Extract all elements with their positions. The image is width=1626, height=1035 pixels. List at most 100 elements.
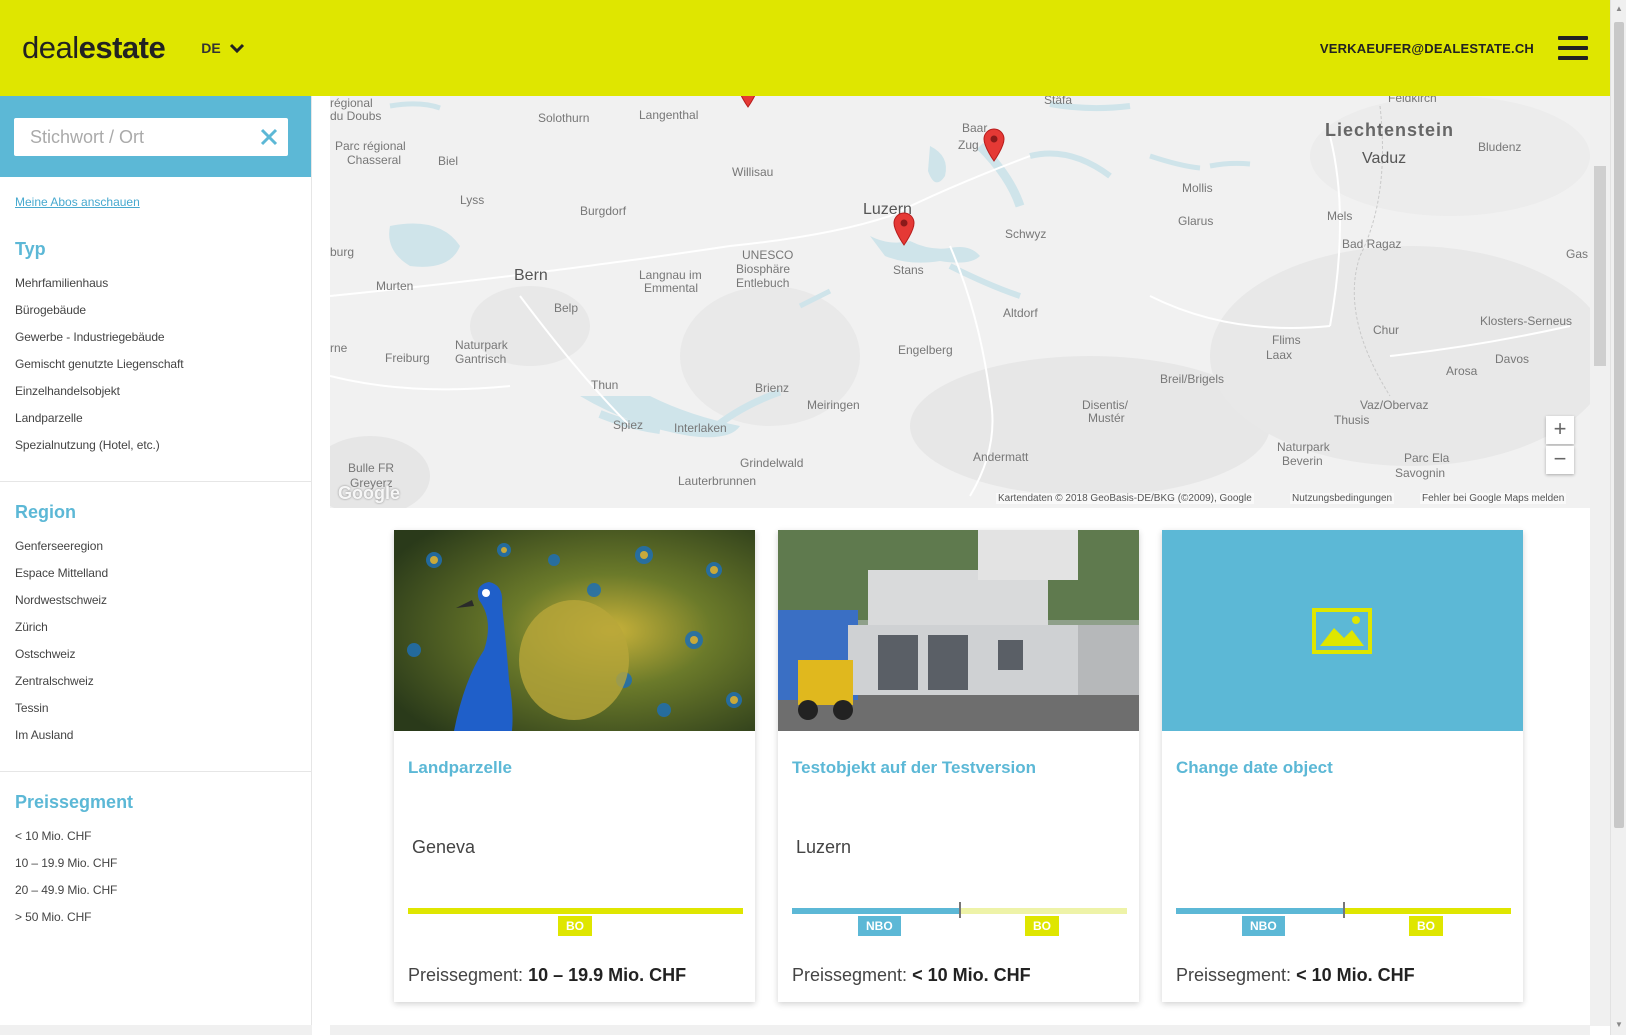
- map-label: régional: [330, 96, 373, 110]
- map-terms-link[interactable]: Nutzungsbedingungen: [1290, 493, 1395, 504]
- clear-search-icon[interactable]: [258, 126, 280, 148]
- typ-list: Mehrfamilienhaus Bürogebäude Gewerbe - I…: [15, 270, 296, 459]
- top-header: dealestate DE VERKAEUFER@DEALESTATE.CH: [0, 0, 1610, 96]
- property-map[interactable]: régional du Doubs Solothurn Langenthal S…: [330, 96, 1590, 508]
- filter-item-region[interactable]: Zürich: [15, 614, 296, 641]
- map-label: Brienz: [755, 381, 790, 395]
- map-label: UNESCO: [742, 248, 794, 262]
- map-label: Flims: [1272, 333, 1301, 347]
- map-label: Vaz/Obervaz: [1360, 398, 1429, 412]
- card-price-segment: Preissegment: < 10 Mio. CHF: [792, 965, 1031, 986]
- section-title-typ: Typ: [15, 239, 46, 259]
- filter-item-typ[interactable]: Bürogebäude: [15, 297, 296, 324]
- map-label: Glarus: [1178, 214, 1214, 228]
- price-value: < 10 Mio. CHF: [912, 965, 1031, 985]
- filter-item-region[interactable]: Ostschweiz: [15, 641, 296, 668]
- progress-divider: [959, 902, 961, 918]
- map-label: Schwyz: [1005, 227, 1047, 241]
- property-card[interactable]: Landparzelle Geneva BO Preissegment: 10 …: [394, 530, 755, 1002]
- map-label: Gas: [1566, 247, 1589, 261]
- property-photo-peacock: [394, 530, 755, 731]
- map-label: Klosters-Serneus: [1480, 314, 1573, 328]
- map-label: Belp: [554, 301, 579, 315]
- logo-text-deal: deal: [22, 30, 79, 65]
- map-label: Beverin: [1282, 454, 1323, 468]
- content-horizontal-scrollbar[interactable]: [330, 1025, 1590, 1035]
- map-label: Solothurn: [538, 111, 590, 125]
- map-label: Mollis: [1182, 181, 1213, 195]
- map-label: Breil/Brigels: [1160, 372, 1225, 386]
- map-label: Murten: [376, 279, 414, 293]
- dealestate-logo[interactable]: dealestate: [22, 30, 166, 66]
- map-label: Naturpark: [455, 338, 508, 352]
- nbo-progress-bar: [792, 908, 960, 914]
- filter-item-price[interactable]: 10 – 19.9 Mio. CHF: [15, 850, 296, 877]
- section-title-preissegment: Preissegment: [15, 792, 134, 812]
- filter-section-typ: Typ Mehrfamilienhaus Bürogebäude Gewerbe…: [0, 239, 311, 459]
- filter-item-region[interactable]: Tessin: [15, 695, 296, 722]
- section-divider: [0, 481, 311, 482]
- filter-item-typ[interactable]: Landparzelle: [15, 405, 296, 432]
- filter-item-region[interactable]: Nordwestschweiz: [15, 587, 296, 614]
- map-marker-pin-icon[interactable]: [893, 212, 915, 246]
- filter-item-region[interactable]: Im Ausland: [15, 722, 296, 749]
- map-report-link[interactable]: Fehler bei Google Maps melden: [1420, 493, 1567, 504]
- map-label: rne: [330, 341, 348, 355]
- map-label: Burgdorf: [580, 204, 627, 218]
- map-label: Thun: [591, 378, 619, 392]
- scroll-up-arrow-icon[interactable]: ▲: [1615, 4, 1623, 13]
- map-label: Disentis/: [1082, 398, 1129, 412]
- filter-item-price[interactable]: 20 – 49.9 Mio. CHF: [15, 877, 296, 904]
- bo-progress-bar: [960, 908, 1127, 914]
- bo-badge: BO: [558, 916, 592, 936]
- filter-item-region[interactable]: Espace Mittelland: [15, 560, 296, 587]
- map-label: Savognin: [1395, 466, 1446, 480]
- filter-item-price[interactable]: < 10 Mio. CHF: [15, 823, 296, 850]
- map-marker-pin-icon[interactable]: [737, 96, 759, 108]
- zoom-in-button[interactable]: +: [1546, 416, 1574, 444]
- card-title[interactable]: Landparzelle: [408, 758, 512, 778]
- bo-progress-bar: [1344, 908, 1511, 914]
- map-label: Mustér: [1088, 411, 1125, 425]
- map-label: Altdorf: [1003, 306, 1038, 320]
- property-card[interactable]: Testobjekt auf der Testversion Luzern NB…: [778, 530, 1139, 1002]
- map-label: Lauterbrunnen: [678, 474, 757, 488]
- filter-item-typ[interactable]: Gemischt genutzte Liegenschaft: [15, 351, 296, 378]
- search-box: [14, 118, 288, 156]
- sidebar-horizontal-scrollbar[interactable]: [0, 1025, 312, 1035]
- map-marker-pin-icon[interactable]: [983, 128, 1005, 162]
- map-label: du Doubs: [330, 109, 382, 123]
- filter-item-typ[interactable]: Mehrfamilienhaus: [15, 270, 296, 297]
- filter-item-typ[interactable]: Einzelhandelsobjekt: [15, 378, 296, 405]
- content-scrollbar[interactable]: [1590, 96, 1610, 1026]
- search-panel: [0, 96, 311, 177]
- scroll-down-arrow-icon[interactable]: ▼: [1615, 1020, 1623, 1029]
- filter-item-price[interactable]: > 50 Mio. CHF: [15, 904, 296, 931]
- card-title[interactable]: Change date object: [1176, 758, 1333, 778]
- my-subscriptions-link[interactable]: Meine Abos anschauen: [15, 195, 311, 209]
- user-email-link[interactable]: VERKAEUFER@DEALESTATE.CH: [1320, 41, 1534, 56]
- zoom-out-button[interactable]: −: [1546, 446, 1574, 474]
- property-card[interactable]: Change date object NBO BO Preissegment: …: [1162, 530, 1523, 1002]
- map-label: Langenthal: [639, 108, 699, 122]
- map-label: Biosphäre: [736, 262, 791, 276]
- card-title[interactable]: Testobjekt auf der Testversion: [792, 758, 1036, 778]
- filter-item-typ[interactable]: Gewerbe - Industriegebäude: [15, 324, 296, 351]
- language-label: DE: [201, 40, 221, 56]
- window-scrollbar-thumb[interactable]: [1614, 22, 1624, 828]
- language-selector[interactable]: DE: [201, 40, 244, 56]
- bo-badge: BO: [1025, 916, 1059, 936]
- filter-item-region[interactable]: Zentralschweiz: [15, 668, 296, 695]
- filter-item-region[interactable]: Genferseeregion: [15, 533, 296, 560]
- filter-section-region: Region Genferseeregion Espace Mittelland…: [0, 502, 311, 749]
- region-list: Genferseeregion Espace Mittelland Nordwe…: [15, 533, 296, 749]
- content-scrollbar-thumb[interactable]: [1594, 166, 1606, 366]
- map-label: Grindelwald: [740, 456, 804, 470]
- offer-status-bar: NBO BO: [1176, 902, 1511, 938]
- window-scrollbar[interactable]: ▲ ▼: [1610, 0, 1626, 1035]
- filter-item-typ[interactable]: Spezialnutzung (Hotel, etc.): [15, 432, 296, 459]
- search-input[interactable]: [14, 118, 288, 156]
- hamburger-menu-icon[interactable]: [1558, 36, 1588, 60]
- price-label: Preissegment:: [408, 965, 524, 985]
- map-attribution: Kartendaten © 2018 GeoBasis-DE/BKG (©200…: [996, 493, 1254, 504]
